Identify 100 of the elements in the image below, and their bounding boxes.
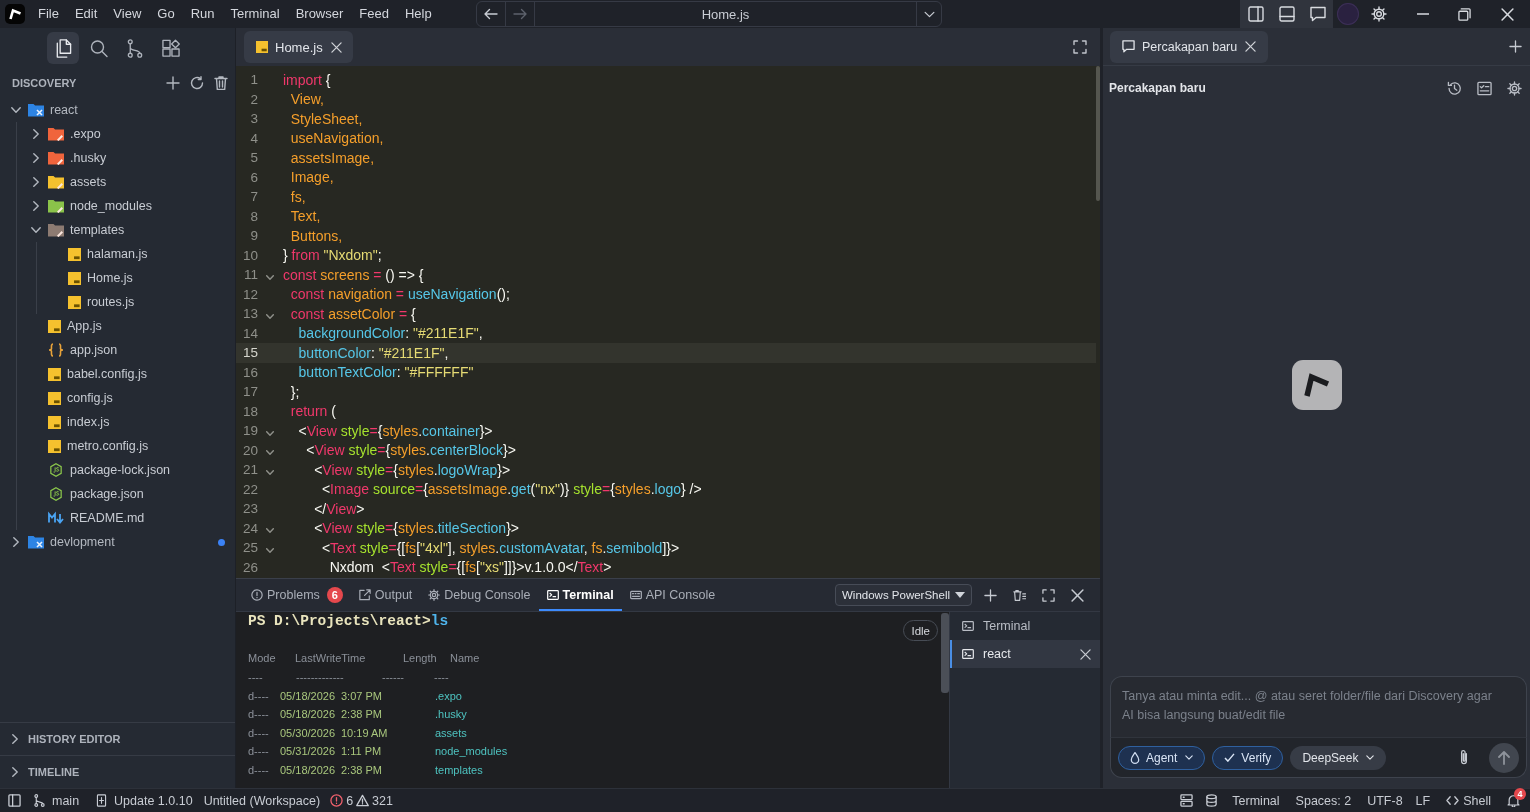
chevron-right-icon[interactable] — [12, 767, 18, 777]
fold-chevron-icon[interactable] — [266, 547, 274, 553]
paperclip-icon[interactable] — [1459, 749, 1469, 766]
trash-list-icon[interactable] — [1013, 588, 1026, 602]
tree-item[interactable]: .husky — [0, 146, 235, 170]
branch-icon[interactable] — [33, 794, 46, 807]
close-icon[interactable] — [1080, 648, 1091, 660]
fold-chevron-icon[interactable] — [266, 430, 274, 436]
plus-square-icon[interactable] — [95, 794, 109, 807]
menu-item[interactable]: Edit — [66, 0, 106, 28]
tree-item[interactable]: halaman.js — [0, 242, 235, 266]
tree-item[interactable]: README.md — [0, 506, 235, 530]
chat-option-button[interactable]: Verify — [1212, 745, 1284, 770]
settings-icon[interactable] — [1507, 80, 1522, 96]
code-brackets-icon[interactable] — [1446, 794, 1460, 807]
tree-item[interactable]: package-lock.json — [0, 458, 235, 482]
command-center[interactable]: Home.js — [476, 1, 942, 27]
scrollbar-thumb[interactable] — [1096, 66, 1100, 201]
scrollbar-thumb[interactable] — [941, 613, 949, 693]
tree-item[interactable]: metro.config.js — [0, 434, 235, 458]
panel-layout-icon[interactable] — [1278, 6, 1295, 22]
menu-item[interactable]: View — [105, 0, 150, 28]
exclamation-circle-icon[interactable] — [330, 794, 344, 807]
history-icon[interactable] — [1447, 80, 1462, 96]
terminal-session[interactable]: react — [950, 640, 1100, 668]
tree-item[interactable]: react — [0, 98, 235, 122]
chevron-right-icon[interactable] — [33, 153, 39, 163]
terminal-status[interactable]: Terminal — [1232, 793, 1280, 808]
menu-item[interactable]: Help — [396, 0, 440, 28]
tree-item[interactable]: package.json — [0, 482, 235, 506]
tree-item[interactable]: assets — [0, 170, 235, 194]
line-ending-status[interactable]: LF — [1415, 793, 1431, 808]
trash-icon[interactable] — [214, 76, 228, 90]
panel-tab[interactable]: Output — [350, 579, 421, 611]
close-icon[interactable] — [330, 41, 342, 53]
fold-chevron-icon[interactable] — [266, 469, 274, 475]
fold-chevron-icon[interactable] — [266, 274, 274, 280]
plus-icon[interactable] — [984, 588, 997, 602]
fold-chevron-icon[interactable] — [266, 528, 274, 534]
arrow-left-icon[interactable] — [484, 7, 498, 21]
shell-dropdown[interactable]: Windows PowerShell — [835, 584, 972, 606]
panel-tab[interactable]: API Console — [621, 579, 724, 611]
menu-item[interactable]: Feed — [351, 0, 397, 28]
warning-icon[interactable] — [356, 794, 370, 807]
restore-icon[interactable] — [1457, 7, 1471, 21]
sidebar-layout-icon[interactable] — [8, 794, 21, 807]
fullscreen-icon[interactable] — [1073, 40, 1087, 54]
server-icon[interactable] — [1180, 794, 1194, 807]
tree-item[interactable]: App.js — [0, 314, 235, 338]
tree-item[interactable]: .expo — [0, 122, 235, 146]
close-icon[interactable] — [1071, 588, 1084, 602]
tree-item[interactable]: devlopment — [0, 530, 235, 554]
close-icon[interactable] — [1245, 41, 1257, 52]
chevron-right-icon[interactable] — [13, 537, 19, 547]
database-icon[interactable] — [1205, 794, 1219, 807]
fullscreen-icon[interactable] — [1042, 588, 1055, 602]
editor-tab[interactable]: Home.js — [244, 31, 353, 63]
chevron-down-icon[interactable] — [923, 10, 935, 18]
workspace-name[interactable]: Untitled (Workspace) — [203, 793, 321, 808]
panel-tab[interactable]: Terminal — [538, 579, 622, 611]
tree-item[interactable]: config.js — [0, 386, 235, 410]
chat-input-field[interactable]: Tanya atau minta edit... @ atau seret folder/file dari Discovery agar AI bisa langsung buat/edit file — [1110, 676, 1527, 737]
menu-item[interactable]: Browser — [287, 0, 352, 28]
terminal-session[interactable]: Terminal — [950, 612, 1100, 640]
language-status[interactable]: Shell — [1463, 793, 1491, 808]
fold-chevron-icon[interactable] — [266, 450, 274, 456]
settings-icon[interactable] — [1371, 6, 1387, 22]
tree-item[interactable]: app.json — [0, 338, 235, 362]
chevron-right-icon[interactable] — [12, 734, 18, 744]
chat-option-button[interactable]: Agent — [1118, 745, 1206, 770]
chevron-right-icon[interactable] — [33, 201, 39, 211]
menu-item[interactable]: File — [30, 0, 67, 28]
warning-count[interactable]: 321 — [372, 793, 393, 808]
encoding-status[interactable]: UTF-8 — [1367, 793, 1403, 808]
plus-icon[interactable] — [1509, 40, 1522, 53]
chevron-down-icon[interactable] — [31, 227, 41, 233]
tree-item[interactable]: templates — [0, 218, 235, 242]
chevron-right-icon[interactable] — [33, 177, 39, 187]
menu-item[interactable]: Terminal — [222, 0, 288, 28]
tree-item[interactable]: routes.js — [0, 290, 235, 314]
activity-tab[interactable] — [47, 32, 79, 64]
checklist-icon[interactable] — [1477, 80, 1492, 96]
close-icon[interactable] — [1501, 7, 1514, 21]
indentation-status[interactable]: Spaces: 2 — [1295, 793, 1352, 808]
refresh-icon[interactable] — [190, 76, 204, 90]
collapsible-section[interactable]: HISTORY EDITOR — [0, 722, 235, 755]
arrow-up-circle-icon[interactable] — [1489, 742, 1519, 773]
panel-tab[interactable]: Debug Console — [420, 579, 539, 611]
tree-item[interactable]: babel.config.js — [0, 362, 235, 386]
tree-item[interactable]: Home.js — [0, 266, 235, 290]
tree-item[interactable]: index.js — [0, 410, 235, 434]
error-count[interactable]: 6 — [346, 793, 354, 808]
chevron-down-icon[interactable] — [11, 107, 21, 113]
fold-chevron-icon[interactable] — [266, 313, 274, 319]
chevron-right-icon[interactable] — [33, 129, 39, 139]
chat-tab[interactable]: Percakapan baru — [1110, 30, 1269, 63]
sidebar-layout-icon[interactable] — [1247, 6, 1264, 22]
tree-item[interactable]: node_modules — [0, 194, 235, 218]
menu-item[interactable]: Go — [149, 0, 183, 28]
panel-tab[interactable]: Problems 6 — [243, 579, 351, 611]
